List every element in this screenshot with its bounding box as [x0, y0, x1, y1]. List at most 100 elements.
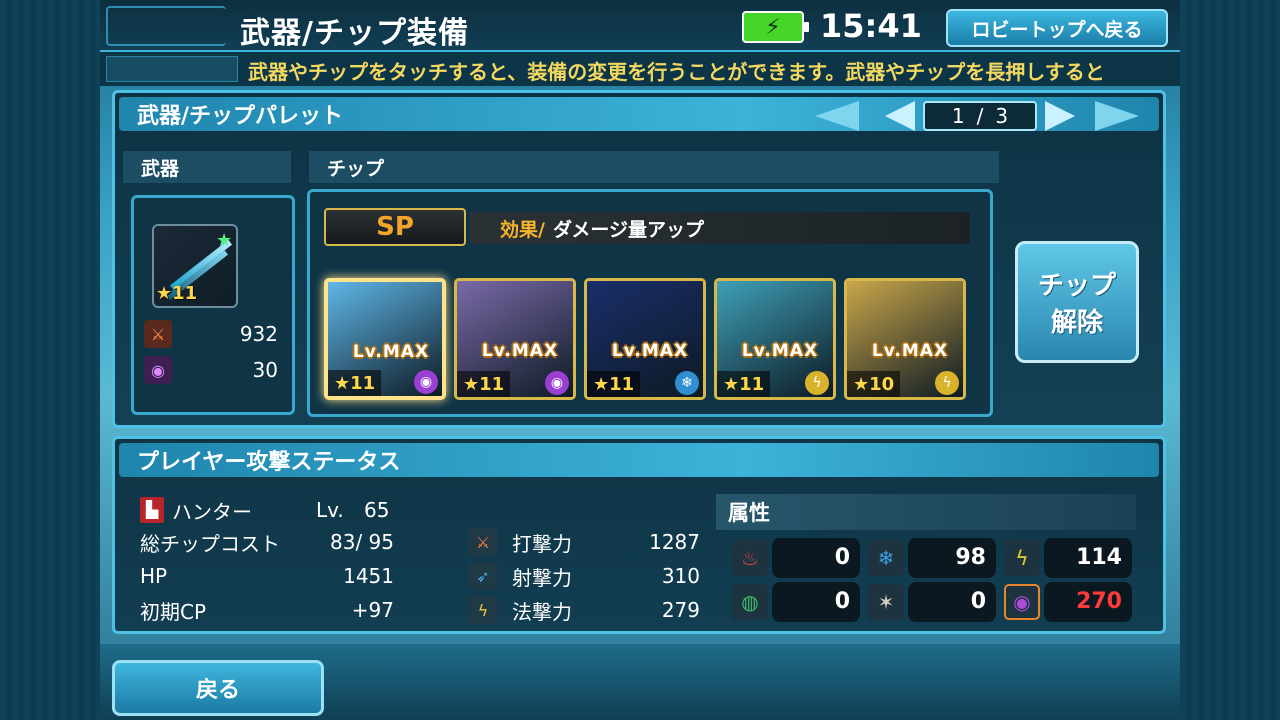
chip-effect-bar: 効果/ ダメージ量アップ [470, 212, 970, 244]
stat-label: 初期CP [140, 599, 207, 624]
chip-slots-area: SP 効果/ ダメージ量アップ Lv.MAX ★11 ◉ Lv.MAX ★11 ◉ Lv.M… [307, 189, 993, 417]
chip-rarity: ★11 [587, 371, 641, 397]
effect-key: 効果/ [500, 218, 545, 241]
stat-label: 総チップコスト [140, 531, 280, 556]
chip-card[interactable]: Lv.MAX ★11 ◉ [324, 278, 446, 400]
page-current: 1 [951, 104, 965, 128]
page-indicator: 1 / 3 [923, 101, 1037, 131]
dark-element-icon: ◉ [414, 370, 438, 394]
chip-level: Lv.MAX [741, 341, 819, 361]
release-button-line1: チップ [1037, 271, 1116, 301]
dark-element-icon: ◉ [545, 371, 569, 395]
header-bar: 武器/チップ装備 ⚡ 15:41 ロビートップへ戻る [100, 0, 1180, 52]
chip-card[interactable]: Lv.MAX ★11 ϟ [714, 278, 836, 400]
attack-value: 279 [661, 598, 700, 622]
attack-row-tech: ϟ 法撃力 279 [468, 594, 700, 626]
weapon-chip-palette-panel: 武器/チップパレット 1 / 3 武器 チップ ★ ★11 ⚔ 932 ◉ 30… [112, 90, 1166, 428]
release-button-line2: 解除 [1050, 308, 1103, 338]
attribute-value: 270 [1044, 582, 1132, 622]
header-decoration [106, 6, 226, 46]
lightning-icon: ϟ [1004, 540, 1040, 576]
attribute-cell: ◉ 270 [1004, 582, 1134, 622]
status-title: プレイヤー攻撃ステータス [119, 443, 1159, 477]
stat-value: 83/ 95 [330, 530, 394, 554]
chip-release-button[interactable]: チップ 解除 [1015, 241, 1139, 363]
attribute-value: 0 [908, 582, 996, 622]
strike-icon: ⚔ [468, 528, 498, 556]
stat-row-cost: 総チップコスト 83/ 95 [140, 526, 394, 558]
chip-rarity: ★11 [717, 371, 771, 397]
lightning-element-icon: ϟ [805, 371, 829, 395]
hunter-class-icon: ▙ [140, 497, 164, 523]
attack-label: 射撃力 [512, 565, 572, 590]
level-value: 65 [364, 498, 390, 522]
chip-card[interactable]: Lv.MAX ★11 ◉ [454, 278, 576, 400]
weapon-slot[interactable]: ★ ★11 ⚔ 932 ◉ 30 [131, 195, 295, 415]
prev-page-arrow-icon[interactable] [815, 101, 859, 131]
clock: 15:41 [820, 7, 922, 45]
weapon-rarity: ★11 [156, 283, 198, 304]
back-button[interactable]: 戻る [112, 660, 324, 716]
level-label: Lv. [316, 498, 344, 522]
chip-rarity: ★10 [847, 371, 901, 397]
prev-page-chevron-icon[interactable] [885, 101, 915, 131]
weapon-strike-value: 932 [239, 322, 278, 346]
ticker-tag [106, 56, 238, 82]
page-separator: / [976, 104, 984, 128]
attribute-cell: ϟ 114 [1004, 538, 1134, 578]
attack-label: 法撃力 [512, 599, 572, 624]
attack-row-strike: ⚔ 打撃力 1287 [468, 526, 700, 558]
chip-rarity: ★11 [328, 370, 382, 396]
weapon-label: 武器 [123, 151, 291, 183]
class-name: ハンター [172, 499, 252, 524]
chip-level: Lv.MAX [481, 341, 559, 361]
stat-value: +97 [351, 598, 394, 622]
chip-card[interactable]: Lv.MAX ★11 ❄ [584, 278, 706, 400]
chip-card[interactable]: Lv.MAX ★10 ϟ [844, 278, 966, 400]
info-ticker: 武器やチップをタッチすると、装備の変更を行うことができます。武器やチップを長押し… [100, 52, 1180, 86]
ice-icon: ❄ [868, 540, 904, 576]
chip-level: Lv.MAX [611, 341, 689, 361]
dark-icon: ◉ [1004, 584, 1040, 620]
stat-value: 1451 [343, 564, 394, 588]
ice-element-icon: ❄ [675, 371, 699, 395]
attribute-cell: ❄ 98 [868, 538, 998, 578]
attribute-cell: ♨ 0 [732, 538, 862, 578]
class-row: ▙ ハンター Lv. 65 [140, 494, 400, 526]
attribute-value: 98 [908, 538, 996, 578]
attribute-cell: ✶ 0 [868, 582, 998, 622]
lobby-top-button[interactable]: ロビートップへ戻る [946, 9, 1168, 47]
game-stage: 武器/チップ装備 ⚡ 15:41 ロビートップへ戻る 武器やチップをタッチすると… [100, 0, 1180, 720]
attribute-value: 114 [1044, 538, 1132, 578]
chip-rarity: ★11 [457, 371, 511, 397]
attribute-value: 0 [772, 582, 860, 622]
attribute-cell: ◍ 0 [732, 582, 862, 622]
chip-level: Lv.MAX [871, 341, 949, 361]
lightning-element-icon: ϟ [935, 371, 959, 395]
attribute-value: 0 [772, 538, 860, 578]
attack-label: 打撃力 [512, 531, 572, 556]
stat-label: HP [140, 564, 168, 588]
palette-pager: 1 / 3 [815, 101, 1145, 131]
weapon-element-stat: ◉ 30 [144, 354, 284, 386]
next-page-arrow-icon[interactable] [1095, 101, 1139, 131]
weapon-strike-stat: ⚔ 932 [144, 318, 284, 350]
light-icon: ✶ [868, 584, 904, 620]
right-border [1180, 0, 1280, 720]
weapon-image[interactable]: ★ ★11 [152, 224, 238, 308]
chip-level: Lv.MAX [352, 342, 430, 362]
next-page-chevron-icon[interactable] [1045, 101, 1075, 131]
dark-element-icon: ◉ [144, 356, 172, 384]
strike-icon: ⚔ [144, 320, 172, 348]
stat-row-cp: 初期CP +97 [140, 594, 394, 626]
page-title: 武器/チップ装備 [240, 16, 469, 51]
attack-row-range: ➶ 射撃力 310 [468, 560, 700, 592]
wind-icon: ◍ [732, 584, 768, 620]
effect-value: ダメージ量アップ [552, 218, 705, 241]
stat-row-hp: HP 1451 [140, 560, 394, 592]
battery-charging-icon: ⚡ [742, 11, 809, 43]
sp-badge: SP [324, 208, 466, 246]
chip-label: チップ [309, 151, 999, 183]
tech-icon: ϟ [468, 596, 498, 624]
attribute-title: 属性 [716, 494, 1136, 530]
